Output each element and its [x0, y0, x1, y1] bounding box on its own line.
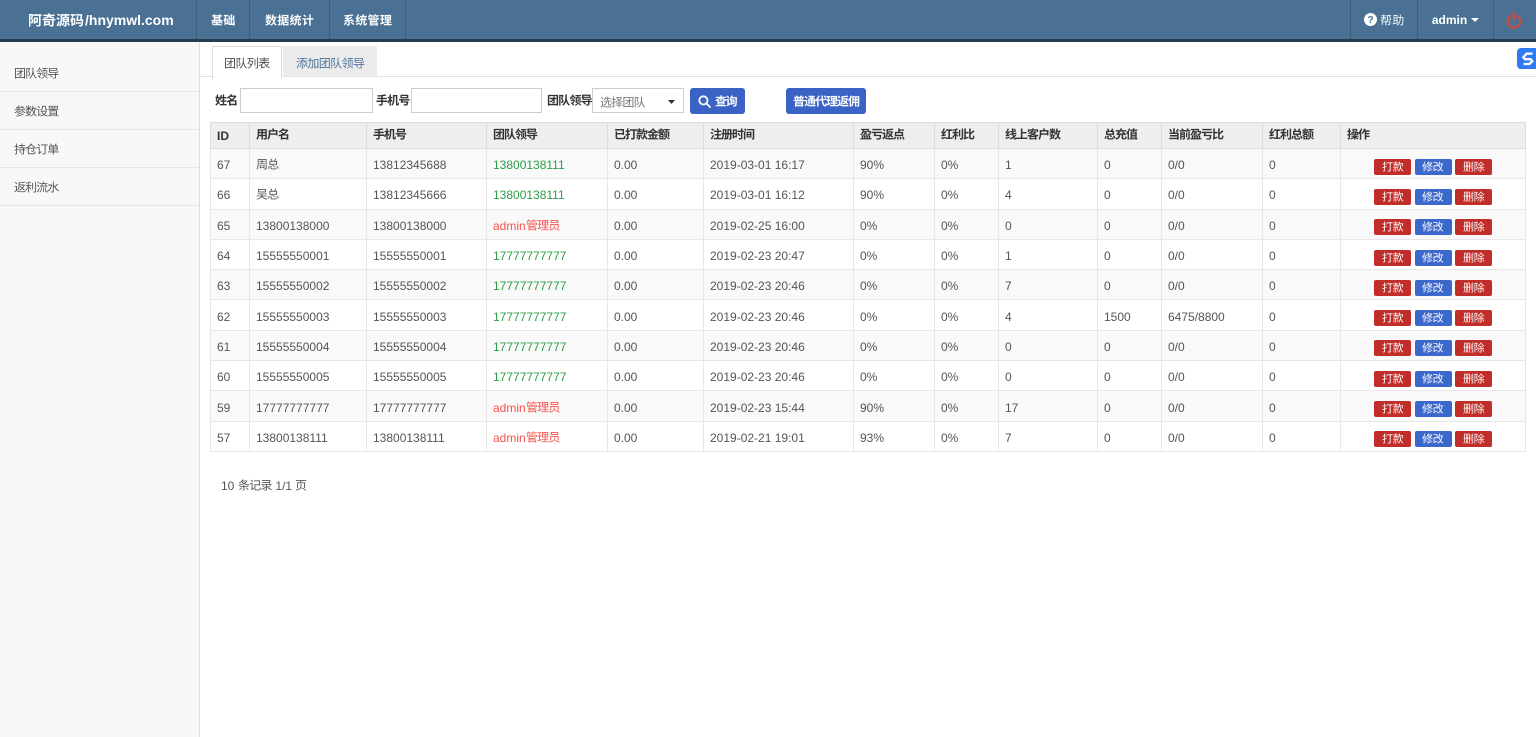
svg-text:?: ? [1367, 15, 1373, 26]
